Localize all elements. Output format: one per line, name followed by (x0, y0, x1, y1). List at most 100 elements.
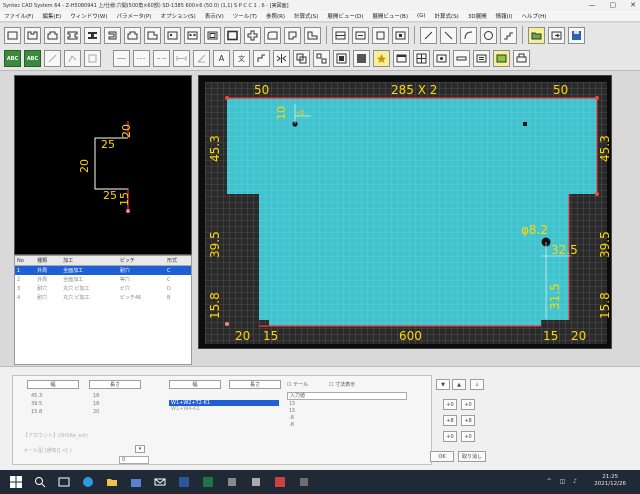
offset-plus-button-5[interactable]: +0 (443, 431, 457, 442)
formula-input[interactable]: 入力値 (287, 392, 407, 400)
menu-g[interactable]: (G) (417, 13, 426, 19)
dropdown-toggle[interactable]: ▾ (135, 445, 145, 453)
formula-item-2[interactable]: W1+W4-K1 (169, 406, 279, 412)
quad-hole-button[interactable] (204, 26, 221, 44)
property-button[interactable] (473, 50, 490, 67)
mirror-button[interactable] (273, 50, 290, 67)
mail-button[interactable] (152, 474, 168, 490)
abc-alt-button[interactable]: ABC (24, 50, 41, 67)
file-explorer-button[interactable] (104, 474, 120, 490)
menu-formula[interactable]: 計算式(S) (294, 12, 318, 20)
table-row[interactable]: 3 耐穴 丸穴 ピ加工 ビ穴 D (15, 284, 191, 293)
menu-3d[interactable]: 3D展開 (468, 12, 487, 20)
text-b-button[interactable]: 文 (233, 50, 250, 67)
frame-button[interactable] (224, 26, 241, 44)
array-button[interactable] (313, 50, 330, 67)
menu-window[interactable]: ウィンドウ(W) (70, 12, 107, 20)
rect-tool-button[interactable] (4, 26, 21, 44)
menu-unfold-view[interactable]: 展開ビュー(D) (327, 12, 363, 20)
select-all-button[interactable] (353, 50, 370, 67)
grid-toggle-button[interactable] (413, 50, 430, 67)
chain-line-button[interactable] (153, 50, 170, 67)
table-row[interactable]: 4 耐穴 丸穴 ピ加工 ピッチ46 B (15, 293, 191, 302)
circle-tool-button[interactable] (480, 26, 497, 44)
measure-button[interactable] (453, 50, 470, 67)
highlight-button[interactable] (373, 50, 390, 67)
diagonal-tool-button[interactable] (440, 26, 457, 44)
ok-button[interactable]: OK (430, 451, 454, 462)
close-button[interactable]: ✕ (630, 1, 636, 9)
fit-view-button[interactable] (372, 26, 389, 44)
menu-view[interactable]: 表示(V) (205, 12, 224, 20)
arc-tool-button[interactable] (460, 26, 477, 44)
store-button[interactable] (128, 474, 144, 490)
snap-button[interactable] (433, 50, 450, 67)
length-value-3[interactable]: 20 (93, 409, 99, 415)
bracket-button[interactable] (104, 26, 121, 44)
move-up-button[interactable]: ▲ (452, 379, 466, 390)
excel-button[interactable] (200, 474, 216, 490)
text-a-button[interactable]: A (213, 50, 230, 67)
cancel-button[interactable]: 取り消し (458, 451, 486, 462)
draw-poly-button[interactable] (64, 50, 81, 67)
step-shape-button[interactable] (144, 26, 161, 44)
windows-start-button[interactable] (8, 474, 24, 490)
stair-tool-button[interactable] (500, 26, 517, 44)
table-row[interactable]: 1 外周 全面加工 耐穴 C (15, 265, 191, 275)
zoom-button[interactable] (392, 26, 409, 44)
minimize-button[interactable]: — (589, 1, 596, 9)
region-button[interactable] (333, 50, 350, 67)
export-button[interactable] (548, 26, 565, 44)
maximize-button[interactable]: ▢ (610, 1, 617, 9)
menu-help[interactable]: ヘルプ(H) (522, 12, 547, 20)
draw-line-button[interactable] (44, 50, 61, 67)
app-button-2[interactable] (248, 474, 264, 490)
l-shape-button[interactable] (304, 26, 321, 44)
taskbar-clock[interactable]: 21:25 2021/12/26 (594, 474, 626, 488)
offset-plus-button-4[interactable]: +8 (461, 415, 475, 426)
drawing-canvas[interactable]: 50 285 X 2 50 45.3 39.5 15.8 45.3 39.5 1… (198, 75, 612, 349)
round-corner-button[interactable] (264, 26, 281, 44)
menu-unfold-view-b[interactable]: 展開ビュー(B) (372, 12, 408, 20)
task-view-button[interactable] (56, 474, 72, 490)
offset-plus-button-3[interactable]: +8 (443, 415, 457, 426)
word-button[interactable] (176, 474, 192, 490)
table-row[interactable]: 2 外周 全面加工 等穴 C (15, 275, 191, 284)
print-button[interactable] (513, 50, 530, 67)
line-tool-button[interactable] (420, 26, 437, 44)
dimension-display-checkbox[interactable]: ☐ 寸法表示 (329, 381, 355, 388)
corner-notch-button[interactable] (44, 26, 61, 44)
menu-info[interactable]: 情報(I) (496, 12, 513, 20)
window-hole-button[interactable] (164, 26, 181, 44)
layer-button[interactable] (393, 50, 410, 67)
open-file-button[interactable] (528, 26, 545, 44)
cad-app-button[interactable] (272, 474, 288, 490)
tab-shape-button[interactable] (124, 26, 141, 44)
width-value-2[interactable]: 39.5 (31, 401, 42, 407)
move-bottom-button[interactable]: ↓ (470, 379, 484, 390)
draw-rect-button[interactable] (84, 50, 101, 67)
spin-input[interactable]: 0 (119, 456, 149, 464)
app-button-1[interactable] (224, 474, 240, 490)
dash-line-button[interactable] (133, 50, 150, 67)
side-notch-button[interactable] (64, 26, 81, 44)
menu-tool[interactable]: ツール(T) (233, 12, 257, 20)
width-value-1[interactable]: 45.3 (31, 393, 42, 399)
offset-plus-button-6[interactable]: +0 (461, 431, 475, 442)
taskbar-search-button[interactable] (32, 474, 48, 490)
abc-button[interactable]: ABC (4, 50, 21, 67)
angle-dim-button[interactable] (193, 50, 210, 67)
cross-button[interactable] (244, 26, 261, 44)
move-down-button[interactable]: ▼ (436, 379, 450, 390)
width-value-3[interactable]: 15.8 (31, 409, 42, 415)
edge-browser-button[interactable] (80, 474, 96, 490)
menu-edit[interactable]: 編集(E) (42, 12, 61, 20)
menu-option[interactable]: オプション(S) (160, 12, 195, 20)
dimension-button[interactable] (173, 50, 190, 67)
offset-shape-button[interactable] (284, 26, 301, 44)
double-hole-button[interactable] (184, 26, 201, 44)
hline-button[interactable] (113, 50, 130, 67)
offset-plus-button-2[interactable]: +0 (461, 399, 475, 410)
pan-view-button[interactable] (352, 26, 369, 44)
bend-button[interactable] (253, 50, 270, 67)
